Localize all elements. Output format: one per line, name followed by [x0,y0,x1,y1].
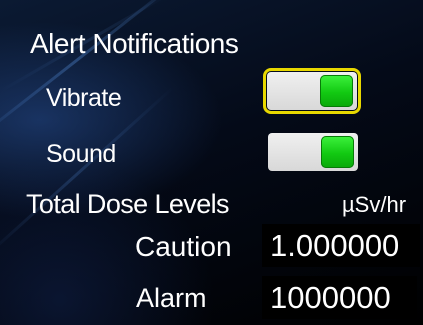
alarm-label: Alarm [136,283,207,313]
sound-toggle-knob [321,136,354,168]
sound-label: Sound [46,140,116,168]
total-dose-levels-title: Total Dose Levels [26,189,230,219]
dose-unit-label: µSv/hr [342,192,407,217]
vibrate-toggle-knob [320,75,353,107]
vibrate-toggle[interactable] [263,68,361,114]
alert-settings-screen: Alert Notifications Vibrate Sound Total … [0,0,423,325]
sound-toggle[interactable] [268,133,358,171]
vibrate-label: Vibrate [46,84,122,112]
background-light-streak [0,0,198,153]
caution-value-field[interactable]: 1.000000 [262,224,420,267]
caution-label: Caution [135,231,232,262]
alert-notifications-title: Alert Notifications [30,28,239,59]
alarm-value-field[interactable]: 1000000 [262,276,417,319]
